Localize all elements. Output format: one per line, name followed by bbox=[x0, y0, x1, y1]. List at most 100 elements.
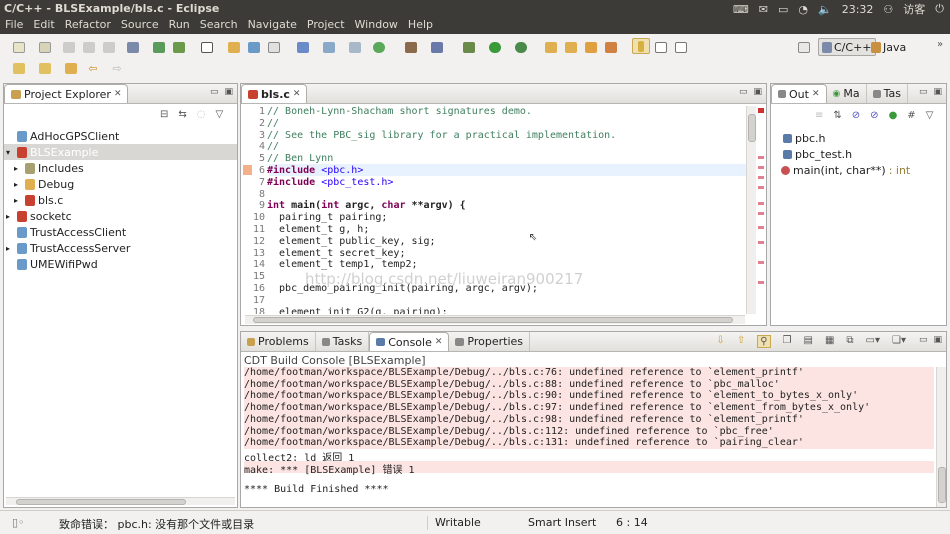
new-console-icon[interactable]: ❏▾ bbox=[892, 335, 906, 348]
console-output[interactable]: /home/footman/workspace/BLSExample/Debug… bbox=[241, 367, 936, 507]
new-class-icon[interactable] bbox=[294, 39, 312, 55]
code-line[interactable]: 13 element_t secret_key; bbox=[241, 248, 406, 260]
filter-icon[interactable]: ◌ bbox=[197, 109, 206, 120]
group-includes-icon[interactable]: # bbox=[907, 110, 915, 121]
code-line[interactable]: 6 #include <pbc.h> bbox=[241, 165, 363, 177]
power-icon[interactable]: ⏻ bbox=[935, 2, 944, 16]
menu-search[interactable]: Search bbox=[195, 17, 243, 34]
error-overview-mark[interactable] bbox=[758, 108, 764, 113]
search-icon[interactable] bbox=[582, 39, 600, 55]
close-icon[interactable]: ✕ bbox=[293, 89, 301, 99]
scroll-thumb[interactable] bbox=[748, 114, 756, 142]
wifi-icon[interactable]: ◔ bbox=[798, 3, 808, 16]
collapse-all-icon[interactable]: ⊟ bbox=[160, 109, 168, 120]
code-line[interactable]: 3// See the PBC_sig library for a practi… bbox=[241, 130, 616, 142]
overview-ruler[interactable] bbox=[757, 106, 766, 314]
tree-item-socketc[interactable]: ▸ socketc bbox=[4, 208, 72, 224]
tab-problems[interactable]: Problems bbox=[241, 332, 316, 351]
menu-refactor[interactable]: Refactor bbox=[60, 17, 116, 34]
close-icon[interactable]: ✕ bbox=[435, 337, 443, 347]
code-line[interactable]: 8 bbox=[241, 189, 267, 201]
tab-console[interactable]: Console ✕ bbox=[369, 332, 450, 351]
code-line[interactable]: 1// Boneh-Lynn-Shacham short signatures … bbox=[241, 106, 532, 118]
build-all-icon[interactable] bbox=[150, 39, 168, 55]
user-name[interactable]: 访客 bbox=[903, 1, 925, 17]
menu-source[interactable]: Source bbox=[116, 17, 164, 34]
hide-fields-icon[interactable]: ⊘ bbox=[852, 110, 860, 121]
keyboard-icon[interactable]: ⌨ bbox=[733, 3, 749, 16]
more-perspectives-icon[interactable]: » bbox=[937, 39, 943, 50]
code-line[interactable]: 17 bbox=[241, 295, 267, 307]
open-folder-icon[interactable] bbox=[225, 39, 243, 55]
code-line[interactable]: 18 element_init_G2(g, pairing); bbox=[241, 307, 448, 314]
maximize-icon[interactable]: ▣ bbox=[753, 87, 762, 97]
maximize-icon[interactable]: ▣ bbox=[933, 87, 942, 97]
menu-navigate[interactable]: Navigate bbox=[243, 17, 302, 34]
toggle-mark-icon[interactable] bbox=[632, 38, 650, 54]
minimize-icon[interactable]: ▭ bbox=[739, 87, 748, 97]
run-external-icon[interactable] bbox=[512, 39, 530, 55]
menu-file[interactable]: File bbox=[0, 17, 28, 34]
copy-icon[interactable]: ❐ bbox=[783, 335, 792, 348]
menu-help[interactable]: Help bbox=[403, 17, 438, 34]
tab-tasks-bottom[interactable]: Tasks bbox=[316, 332, 370, 351]
pin-console-icon[interactable]: ⚲ bbox=[757, 335, 771, 348]
code-line[interactable]: 2// bbox=[241, 118, 279, 130]
save-icon[interactable] bbox=[60, 39, 78, 55]
tree-item-blsexample[interactable]: ▾ BLSExample bbox=[4, 144, 237, 160]
tree-item-debug[interactable]: ▸ Debug bbox=[14, 176, 74, 192]
outline-item-main[interactable]: main(int, char**) : int bbox=[781, 162, 910, 178]
tree-item-includes[interactable]: ▸ Includes bbox=[14, 160, 84, 176]
mail-icon[interactable]: ✉ bbox=[759, 3, 768, 16]
user-icon[interactable]: ⚇ bbox=[883, 3, 893, 16]
open-console-icon[interactable]: ⧉ bbox=[846, 335, 853, 348]
tab-outline[interactable]: Out ✕ bbox=[771, 84, 827, 103]
code-line[interactable]: 12 element_t public_key, sig; bbox=[241, 236, 436, 248]
expand-arrow-icon[interactable]: ▸ bbox=[4, 244, 14, 253]
debug-icon[interactable] bbox=[460, 39, 478, 55]
menu-edit[interactable]: Edit bbox=[28, 17, 59, 34]
editor-hscrollbar[interactable] bbox=[245, 315, 745, 324]
build-icon[interactable] bbox=[124, 39, 142, 55]
explorer-hscrollbar[interactable] bbox=[6, 497, 235, 505]
tree-item-bls-c[interactable]: ▸ bls.c bbox=[14, 192, 63, 208]
menu-run[interactable]: Run bbox=[164, 17, 195, 34]
console-vscrollbar[interactable] bbox=[936, 367, 946, 507]
close-icon[interactable]: ✕ bbox=[812, 89, 820, 99]
code-line[interactable]: 7 #include <pbc_test.h> bbox=[241, 177, 393, 189]
minimize-icon[interactable]: ▭ bbox=[210, 87, 219, 97]
file-icon[interactable] bbox=[265, 39, 283, 55]
build-debug-icon[interactable] bbox=[170, 39, 188, 55]
scroll-lock-icon[interactable]: ▤ bbox=[804, 335, 813, 348]
new-source-icon[interactable] bbox=[346, 39, 364, 55]
tree-item-trustaccessserver[interactable]: ▸ TrustAccessServer bbox=[4, 240, 130, 256]
scroll-thumb[interactable] bbox=[16, 499, 186, 505]
expand-arrow-icon[interactable]: ▸ bbox=[4, 212, 14, 221]
outline-item-pbc-test-h[interactable]: pbc_test.h bbox=[783, 146, 852, 162]
code-line[interactable]: 11 element_t g, h; bbox=[241, 224, 369, 236]
close-icon[interactable]: ✕ bbox=[114, 89, 122, 99]
new-project-icon[interactable] bbox=[36, 39, 54, 55]
forward-icon[interactable]: ⇨ bbox=[108, 60, 126, 76]
new-folder-icon[interactable] bbox=[320, 39, 338, 55]
code-line[interactable]: 5// Ben Lynn bbox=[241, 153, 333, 165]
back-icon[interactable]: ⇦ bbox=[84, 60, 102, 76]
tree-item-trustaccessclient[interactable]: TrustAccessClient bbox=[6, 224, 126, 240]
clear-console-icon[interactable]: ▦ bbox=[825, 335, 834, 348]
menu-window[interactable]: Window bbox=[350, 17, 403, 34]
code-line[interactable]: 10 pairing_t pairing; bbox=[241, 212, 387, 224]
scroll-thumb[interactable] bbox=[938, 467, 946, 503]
link-icon[interactable] bbox=[245, 39, 263, 55]
volume-icon[interactable]: 🔈 bbox=[818, 3, 832, 16]
maximize-icon[interactable]: ▣ bbox=[933, 335, 942, 345]
open-type-icon[interactable] bbox=[542, 39, 560, 55]
tab-tasks[interactable]: Tas bbox=[867, 84, 908, 103]
az-sort-icon[interactable]: ⇅ bbox=[833, 110, 841, 121]
next-error-icon[interactable]: ⇩ bbox=[716, 335, 724, 348]
pen-icon[interactable] bbox=[602, 39, 620, 55]
view-menu-icon[interactable]: ▽ bbox=[216, 109, 224, 120]
save-all-icon[interactable] bbox=[80, 39, 98, 55]
expand-arrow-icon[interactable]: ▾ bbox=[4, 148, 14, 157]
clock[interactable]: 23:32 bbox=[842, 3, 874, 16]
tab-make-targets[interactable]: ◉ Ma bbox=[827, 84, 867, 103]
